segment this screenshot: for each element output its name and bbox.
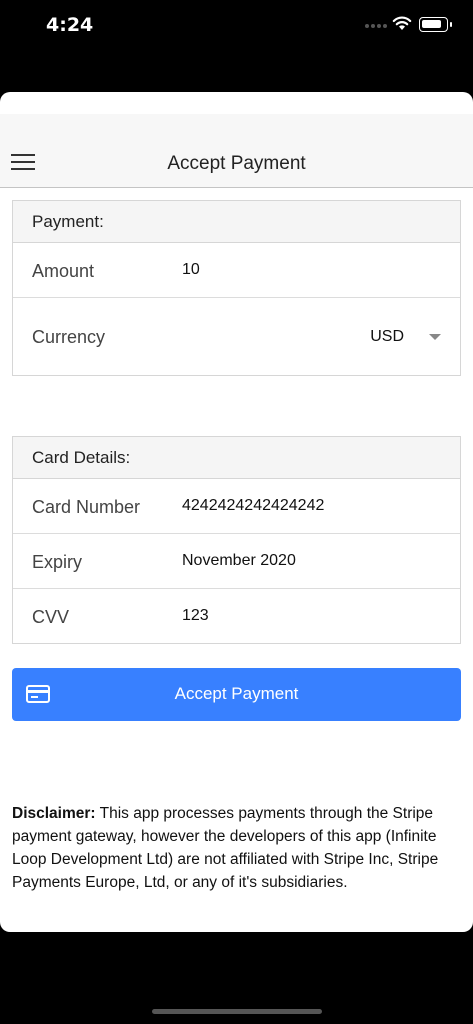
amount-label: Amount <box>32 261 95 281</box>
payment-card: Payment: Amount 10 Currency USD <box>12 200 461 376</box>
card-details-card: Card Details: Card Number 42424242424242… <box>12 436 461 644</box>
cvv-input[interactable]: 123 <box>182 607 209 625</box>
accept-payment-button[interactable]: Accept Payment <box>12 668 461 721</box>
app-sheet: Accept Payment Payment: Amount 10 Curren… <box>0 92 473 932</box>
currency-row[interactable]: Currency USD <box>13 298 460 375</box>
currency-label: Currency <box>32 327 106 347</box>
card-number-label: Card Number <box>32 497 141 517</box>
currency-select[interactable]: USD <box>370 328 404 346</box>
status-bar: 4:24 <box>0 0 473 50</box>
disclaimer: Disclaimer: This app processes payments … <box>12 802 462 894</box>
card-details-header: Card Details: <box>13 437 460 479</box>
card-number-input[interactable]: 4242424242424242 <box>182 497 324 515</box>
expiry-row[interactable]: Expiry November 2020 <box>13 534 460 589</box>
battery-icon <box>419 17 452 32</box>
nav-bar: Accept Payment <box>0 114 473 188</box>
expiry-label: Expiry <box>32 552 83 572</box>
accept-payment-label: Accept Payment <box>174 684 299 703</box>
dropdown-caret-icon[interactable] <box>429 334 441 340</box>
wifi-icon <box>392 16 412 30</box>
disclaimer-title: Disclaimer: <box>12 805 96 822</box>
home-indicator[interactable] <box>152 1009 322 1014</box>
payment-header: Payment: <box>13 201 460 243</box>
cvv-label: CVV <box>32 607 70 627</box>
page-title: Accept Payment <box>167 153 306 174</box>
expiry-input[interactable]: November 2020 <box>182 552 296 570</box>
amount-row[interactable]: Amount 10 <box>13 243 460 298</box>
status-time: 4:24 <box>46 14 94 36</box>
cellular-signal-icon <box>365 24 387 30</box>
cvv-row[interactable]: CVV 123 <box>13 589 460 643</box>
card-number-row[interactable]: Card Number 4242424242424242 <box>13 479 460 534</box>
amount-input[interactable]: 10 <box>182 261 200 279</box>
